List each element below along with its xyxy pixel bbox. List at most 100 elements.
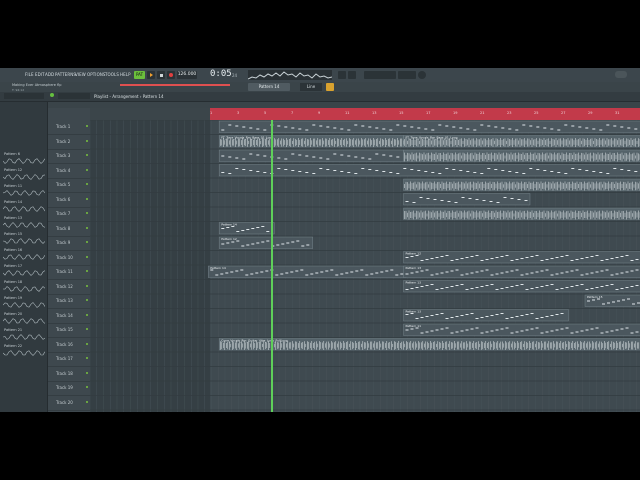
browser-pattern-item[interactable]: Pattern 22 — [1, 344, 46, 359]
track-header[interactable]: Track 7 — [48, 207, 90, 222]
playlist-clip[interactable]: FT_Tone_Vocals_Rm_Bass_01_Loop — [403, 135, 640, 148]
browser-tool-buttons[interactable] — [4, 93, 44, 99]
track-header[interactable]: Track 2 — [48, 135, 90, 150]
playlist-clip[interactable]: Cone_Vocals_Rm_Guitar_Vibe_Loop_FullLoop — [219, 338, 640, 351]
browser-pattern-item[interactable]: Pattern 13 — [1, 216, 46, 231]
song-position-slider[interactable] — [120, 84, 230, 86]
timeline-ruler[interactable]: 1 3 5 7 9 11 13 15 17 19 21 23 25 27 29 31 — [90, 108, 640, 120]
playlist-clip[interactable]: Pattern 14 — [219, 222, 275, 235]
track-mute-led[interactable] — [86, 183, 88, 185]
track-mute-led[interactable] — [86, 168, 88, 171]
playlist-clip[interactable]: Pattern 12 — [219, 236, 313, 249]
track-mute-led[interactable] — [86, 371, 88, 374]
browser-pattern-item[interactable]: Pattern 16 — [1, 248, 46, 263]
playlist-clip[interactable]: Pattern 13 — [403, 265, 640, 278]
playlist-clip[interactable]: FT_Tone_Vocals_Rm_Bass_01_Loop — [219, 135, 404, 148]
track-mute-led[interactable] — [86, 299, 88, 301]
menu-add[interactable]: ADD — [45, 72, 54, 77]
browser-pattern-item[interactable]: Pattern 21 — [1, 328, 46, 343]
track-mute-led[interactable] — [86, 328, 88, 330]
track-mute-led[interactable] — [86, 400, 88, 403]
playlist-clip[interactable]: Pattern 14 — [208, 265, 407, 278]
track-mute-led[interactable] — [86, 313, 88, 316]
track-header[interactable]: Track 14 — [48, 309, 90, 324]
play-button[interactable] — [147, 71, 155, 79]
track-mute-led[interactable] — [86, 212, 88, 214]
track-header[interactable]: Track 5 — [48, 178, 90, 193]
menu-help[interactable]: HELP — [120, 72, 131, 77]
track-header[interactable]: Track 11 — [48, 265, 90, 280]
track-header[interactable]: Track 18 — [48, 367, 90, 382]
track-mute-led[interactable] — [86, 139, 88, 142]
track-mute-led[interactable] — [86, 270, 88, 272]
track-header[interactable]: Track 20 — [48, 396, 90, 411]
browser-pattern-item[interactable]: Pattern 18 — [1, 280, 46, 295]
track-header[interactable]: Track 13 — [48, 294, 90, 309]
playlist-clip[interactable] — [403, 178, 640, 191]
browser-pattern-item[interactable]: Pattern 6 — [1, 152, 46, 167]
track-header[interactable]: Track 12 — [48, 280, 90, 295]
playlist-clip[interactable]: Pattern 13 — [403, 309, 569, 322]
stop-button[interactable] — [157, 71, 165, 79]
track-header[interactable]: Track 4 — [48, 164, 90, 179]
playlist-clip[interactable] — [403, 207, 640, 220]
track-header[interactable]: Track 21 — [48, 410, 90, 412]
track-header[interactable]: Track 15 — [48, 323, 90, 338]
browser-pattern-item[interactable]: Pattern 17 — [1, 264, 46, 279]
track-header[interactable]: Track 19 — [48, 381, 90, 396]
menu-file[interactable]: FILE — [25, 72, 34, 77]
playhead[interactable] — [271, 120, 273, 412]
track-header[interactable]: Track 16 — [48, 338, 90, 353]
track-mute-led[interactable] — [86, 284, 88, 287]
track-mute-led[interactable] — [86, 197, 88, 200]
loop-region-marker[interactable] — [210, 108, 640, 120]
track-mute-led[interactable] — [86, 342, 88, 345]
track-mute-led[interactable] — [86, 357, 88, 359]
pattern-song-toggle[interactable]: PAT — [134, 71, 145, 79]
menu-edit[interactable]: EDIT — [35, 72, 45, 77]
playlist-clip[interactable] — [403, 149, 640, 162]
menu-options[interactable]: OPTIONS — [87, 72, 106, 77]
playlist-clip[interactable] — [219, 164, 640, 177]
track-header[interactable]: Track 1 — [48, 120, 90, 135]
menu-tools[interactable]: TOOLS — [105, 72, 119, 77]
track-header[interactable]: Track 9 — [48, 236, 90, 251]
playlist-clip[interactable]: Pattern 13 — [403, 280, 640, 293]
pattern-selector[interactable]: Pattern 14 — [248, 83, 290, 91]
track-mute-led[interactable] — [86, 255, 88, 258]
browser-pattern-item[interactable]: Pattern 11 — [1, 184, 46, 199]
snap-selector[interactable]: Line — [300, 83, 322, 91]
track-header[interactable]: Track 3 — [48, 149, 90, 164]
menu-view[interactable]: VIEW — [75, 72, 86, 77]
browser-pattern-item[interactable]: Pattern 12 — [1, 168, 46, 183]
track-mute-led[interactable] — [86, 125, 88, 127]
browser-pattern-item[interactable]: Pattern 15 — [1, 232, 46, 247]
master-volume-knob[interactable] — [418, 71, 426, 79]
browser-pattern-item[interactable]: Pattern 14 — [1, 200, 46, 215]
playlist-clip[interactable] — [403, 193, 531, 206]
track-mute-led[interactable] — [86, 154, 88, 156]
playlist-clip[interactable] — [219, 120, 640, 133]
record-button[interactable] — [167, 71, 175, 79]
track-header[interactable]: Track 6 — [48, 193, 90, 208]
mixer-button[interactable] — [338, 71, 346, 79]
tempo-display[interactable]: 126.000 — [177, 71, 197, 79]
menu-patterns[interactable]: PATTERNS — [55, 72, 76, 77]
track-header[interactable]: Track 17 — [48, 352, 90, 367]
playlist-grid[interactable]: FT_Tone_Vocals_Rm_Bass_01_Loop FT_Tone_Vo… — [90, 120, 640, 412]
playlist-clip[interactable] — [219, 149, 404, 162]
browser-pattern-item[interactable]: Pattern 19 — [1, 296, 46, 311]
playlist-clip[interactable]: Pattern 11 — [403, 323, 640, 336]
track-mute-led[interactable] — [86, 226, 88, 229]
track-header[interactable]: Track 10 — [48, 251, 90, 266]
track-mute-led[interactable] — [86, 386, 88, 388]
track-header[interactable]: Track 8 — [48, 222, 90, 237]
playlist-tool-buttons[interactable] — [58, 93, 90, 99]
hint-bar: Making Ever Atmosphere flp T: 94:12 Patt… — [0, 82, 640, 92]
channel-rack-button[interactable] — [348, 71, 356, 79]
browser-pattern-item[interactable]: Pattern 20 — [1, 312, 46, 327]
typing-keyboard-toggle[interactable] — [326, 83, 334, 91]
track-mute-led[interactable] — [86, 241, 88, 243]
playlist-clip[interactable]: Pattern 15 — [584, 294, 640, 307]
playlist-clip[interactable]: Pattern 12 — [403, 251, 640, 264]
